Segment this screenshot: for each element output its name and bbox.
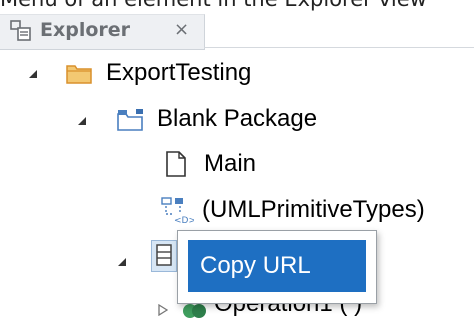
uml-primitive-types-icon: <D> [161, 197, 194, 224]
tree-node-main[interactable]: Main [204, 149, 256, 179]
tree-node-blank-package[interactable]: Blank Package [157, 104, 317, 134]
collapse-icon[interactable] [117, 257, 127, 267]
tree-node-uml-primitive-types[interactable]: (UMLPrimitiveTypes) [202, 195, 425, 225]
menu-item-copy-url[interactable]: Copy URL [188, 240, 366, 292]
svg-text:<D>: <D> [174, 216, 194, 224]
page-caption: Menu of an element in the Explorer view [0, 0, 474, 11]
package-icon [117, 109, 143, 131]
folder-icon [66, 65, 92, 84]
diagram-icon [166, 151, 186, 177]
expand-icon[interactable] [158, 304, 168, 316]
tab-explorer-label: Explorer [40, 19, 131, 41]
tree-node-exporttesting[interactable]: ExportTesting [106, 58, 251, 88]
tab-close-button[interactable]: × [174, 19, 189, 41]
class-icon [156, 244, 172, 266]
collapse-icon[interactable] [77, 116, 87, 126]
tab-divider [204, 47, 474, 48]
explorer-icon [10, 20, 31, 41]
collapse-icon[interactable] [28, 69, 38, 79]
